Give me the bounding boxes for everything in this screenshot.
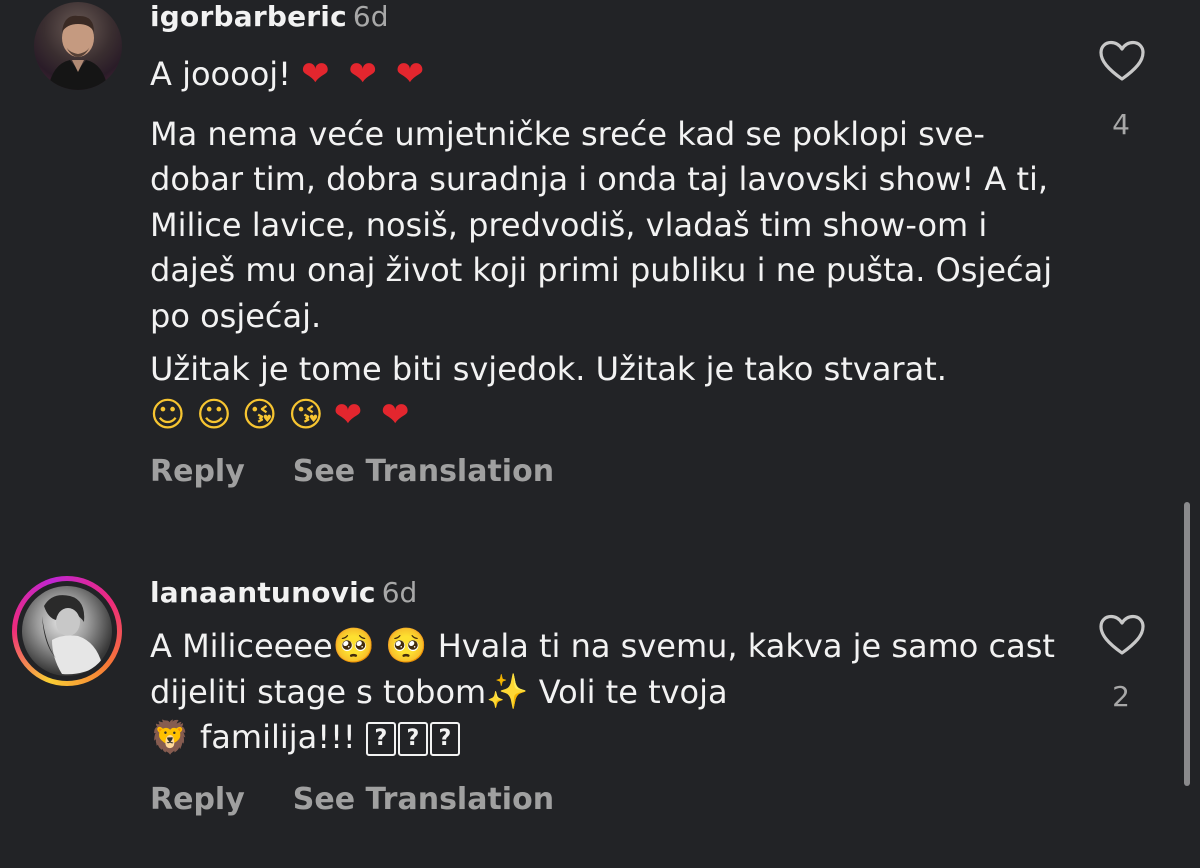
heart-emoji-group: ❤ ❤ — [333, 394, 414, 435]
missing-glyph-box: ? — [397, 722, 428, 756]
username[interactable]: lanaantunovic — [150, 576, 376, 609]
profile-photo-woman-icon — [22, 586, 112, 676]
avatar[interactable] — [34, 2, 122, 90]
text-part-c: Voli te tvoja — [528, 672, 728, 711]
comment-igorbarberic: igorbarberic 6d A jooooj! ❤ ❤ ❤ Ma nema v… — [0, 0, 1200, 520]
reply-button[interactable]: Reply — [150, 454, 245, 489]
avatar-story-ring[interactable] — [12, 576, 122, 686]
comment-text: A jooooj! ❤ ❤ ❤ Ma nema veće umjetničke … — [150, 52, 1060, 438]
first-line-text: A jooooj! — [150, 55, 302, 93]
username[interactable]: igorbarberic — [150, 0, 347, 33]
text-part-d: familija!!! — [189, 718, 366, 756]
see-translation-button[interactable]: See Translation — [293, 782, 554, 817]
comment-actions: Reply See Translation — [150, 782, 554, 817]
comment-text: A Miliceeee🥺 🥺 Hvala ti na svemu, kakva … — [150, 624, 1060, 761]
heart-outline-icon[interactable] — [1098, 40, 1146, 82]
timestamp: 6d — [381, 576, 418, 609]
profile-photo-man-icon — [34, 2, 122, 90]
like-count: 4 — [1112, 108, 1130, 141]
kiss-face-emoji-group: 😘 😘 — [241, 394, 324, 435]
comment-paragraph-1: Ma nema veće umjetničke sreće kad se pok… — [150, 114, 1053, 335]
lion-face-emoji: 🦁 — [150, 718, 190, 756]
missing-glyph-box: ? — [429, 722, 460, 756]
comment-first-line: A jooooj! ❤ ❤ ❤ — [150, 52, 1060, 98]
reply-button[interactable]: Reply — [150, 782, 245, 817]
see-translation-button[interactable]: See Translation — [293, 454, 554, 489]
heart-emoji-group: ❤ ❤ ❤ — [301, 54, 429, 94]
comment-lanaantunovic: lanaantunovic 6d A Miliceeee🥺 🥺 Hvala ti … — [0, 560, 1200, 860]
comment-paragraph: A Miliceeee🥺 🥺 Hvala ti na svemu, kakva … — [150, 624, 1060, 761]
timestamp: 6d — [352, 0, 389, 33]
scrollbar[interactable] — [1184, 502, 1190, 786]
comment-actions: Reply See Translation — [150, 454, 554, 489]
smiling-face-emoji-group: ☺ ☺ — [150, 394, 232, 435]
like-count: 2 — [1112, 680, 1130, 713]
paragraph-2-text: Užitak je tome biti svjedok. Užitak je t… — [150, 350, 947, 388]
heart-outline-icon[interactable] — [1098, 614, 1146, 656]
comments-screen: igorbarberic 6d A jooooj! ❤ ❤ ❤ Ma nema v… — [0, 0, 1200, 868]
text-part-a: A Miliceeee — [150, 627, 333, 665]
pleading-face-emoji: 🥺 — [385, 626, 428, 666]
sparkles-emoji: ✨ — [486, 671, 529, 712]
pleading-face-emoji: 🥺 — [332, 626, 376, 666]
missing-glyph-box: ? — [365, 722, 396, 756]
comment-paragraph-2: Užitak je tome biti svjedok. Užitak je t… — [150, 347, 1060, 438]
